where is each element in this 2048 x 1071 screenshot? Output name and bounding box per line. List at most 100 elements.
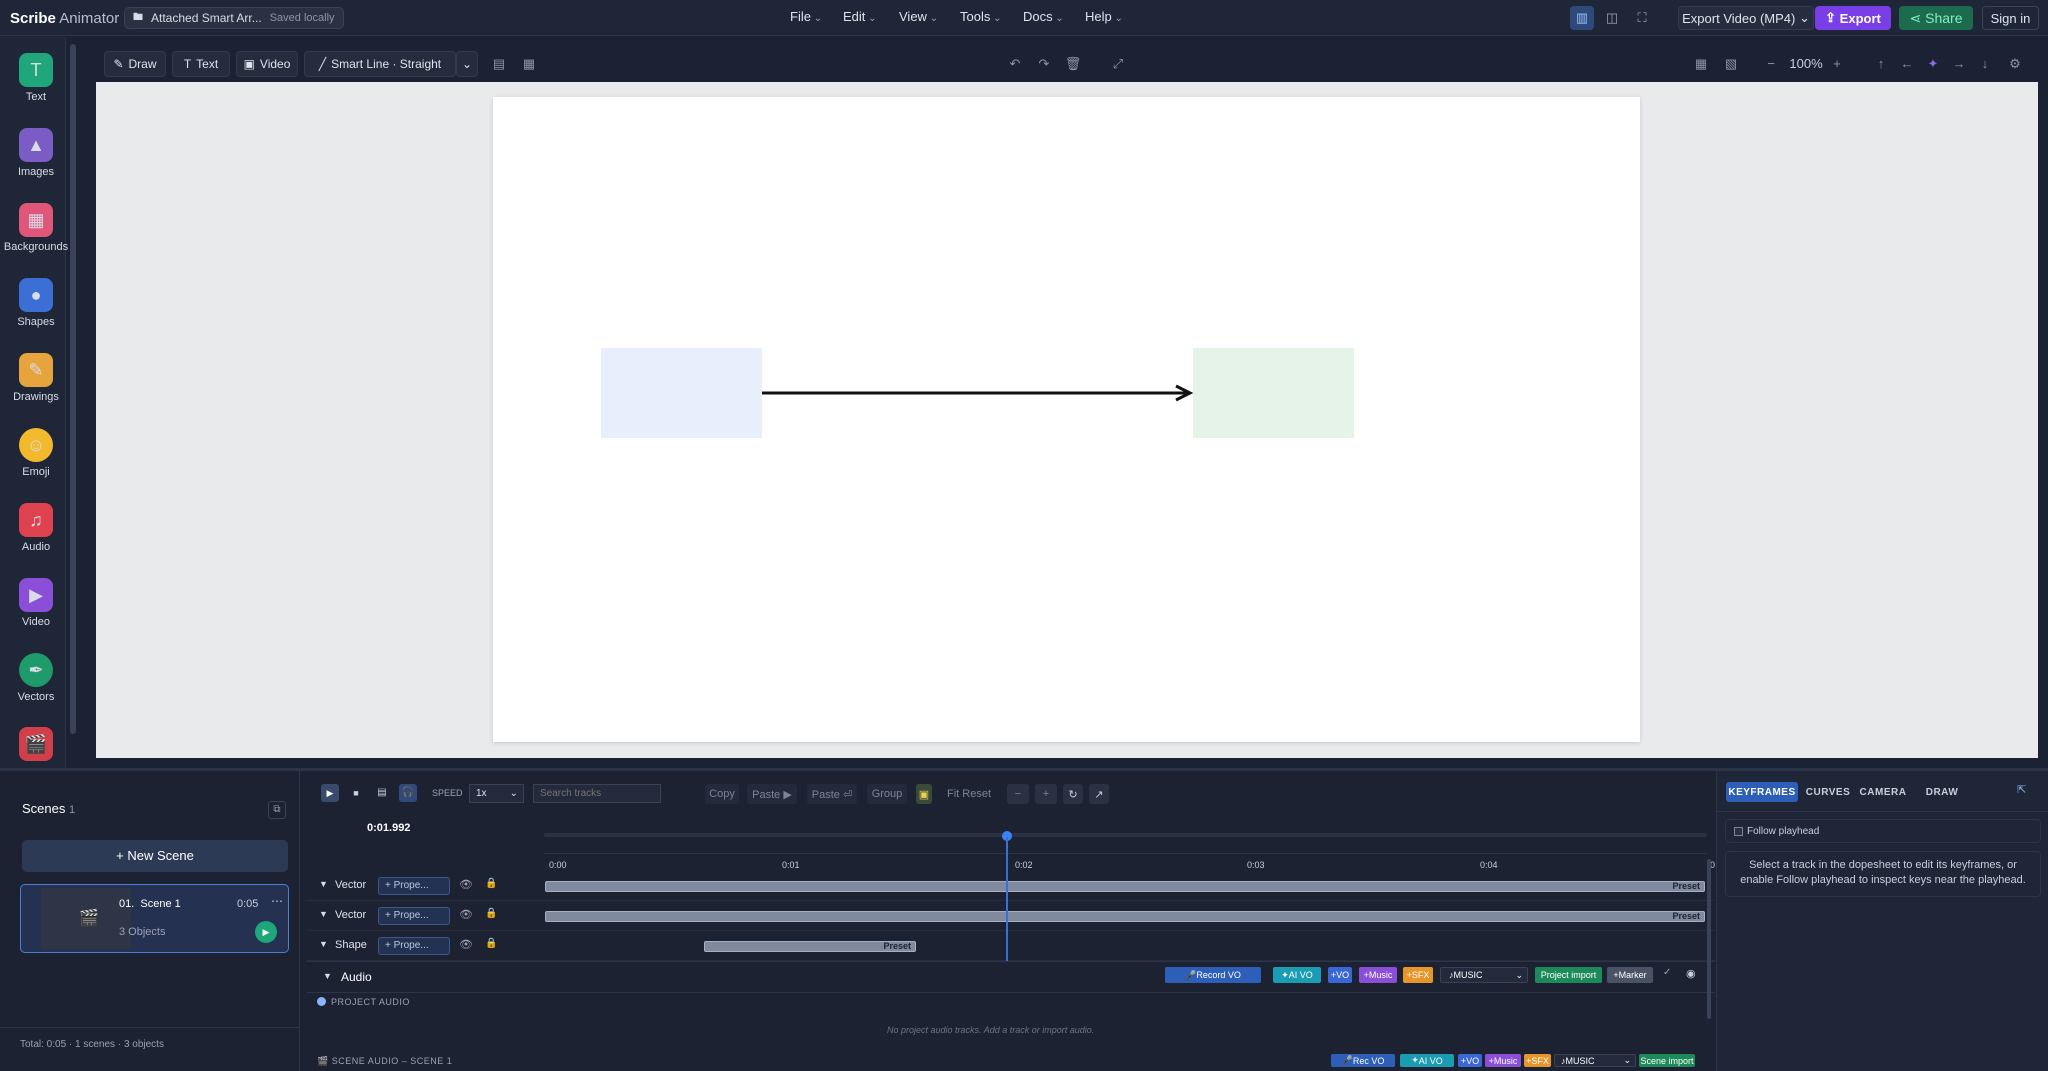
track-clip[interactable]: Preset	[704, 941, 916, 952]
add-music-button[interactable]: +Music	[1359, 967, 1397, 983]
play-icon[interactable]: ▶	[321, 784, 339, 802]
follow-playhead-checkbox[interactable]	[1734, 827, 1743, 836]
scrub-bar[interactable]	[544, 833, 1707, 837]
popout-icon[interactable]: ⇱	[2017, 783, 2026, 796]
arrow-left-icon[interactable]: ←	[1897, 54, 1917, 74]
canvas-area[interactable]	[96, 82, 2038, 758]
rail-emoji[interactable]: ☺ Emoji	[0, 428, 72, 478]
scene-stage[interactable]	[493, 97, 1640, 742]
scene-add-vo-button[interactable]: +VO	[1458, 1054, 1482, 1067]
zoom-out-icon[interactable]: −	[1761, 54, 1781, 74]
rail-audio[interactable]: ♫ Audio	[0, 503, 72, 553]
minus-icon[interactable]: −	[1007, 784, 1029, 804]
rail-backgrounds[interactable]: ▦ Backgrounds	[0, 203, 72, 253]
menu-edit[interactable]: Edit	[843, 9, 877, 24]
edit-icon[interactable]: ✓	[1663, 967, 1671, 978]
tab-draw[interactable]: DRAW	[1922, 782, 1962, 802]
center-icon[interactable]: ✦	[1923, 54, 1943, 74]
visibility-icon[interactable]: 👁	[459, 908, 473, 921]
plus-icon[interactable]: +	[1035, 784, 1057, 804]
tab-keyframes[interactable]: KEYFRAMES	[1726, 782, 1798, 802]
timeline-scrollbar[interactable]	[1707, 859, 1711, 1019]
arrow-down-icon[interactable]: ↓	[1975, 54, 1995, 74]
menu-tools[interactable]: Tools	[960, 9, 1002, 24]
project-import-button[interactable]: Project import	[1535, 967, 1602, 983]
delete-icon[interactable]: 🗑	[1063, 54, 1083, 74]
visibility-icon[interactable]: 👁	[459, 938, 473, 951]
properties-button[interactable]: + Prope...	[378, 937, 450, 955]
group-button[interactable]: Group	[867, 784, 907, 804]
paste-button[interactable]: Paste ▶	[747, 784, 797, 804]
export-button[interactable]: ⇪ Export	[1815, 6, 1891, 30]
align-icon[interactable]: ▤	[489, 54, 509, 74]
lock-icon[interactable]: 🔒	[485, 878, 497, 889]
scene-card[interactable]: 🎬 01. Scene 1 0:05 ⋯ 3 Objects ▶	[20, 884, 289, 953]
refresh-icon[interactable]: ↻	[1063, 784, 1083, 804]
music-select[interactable]: ♪ MUSIC ⌄	[1440, 967, 1528, 983]
track-row[interactable]: ▼ Shape + Prope... 👁 🔒 Preset	[307, 931, 1715, 961]
document-pill[interactable]: 🖿 Attached Smart Arr... Saved locally	[124, 7, 344, 29]
redo-icon[interactable]: ↷	[1034, 54, 1054, 74]
fit-reset-button[interactable]: Fit Reset	[943, 784, 995, 804]
copy-button[interactable]: Copy	[705, 784, 739, 804]
layout-icon[interactable]: ▧	[1721, 54, 1741, 74]
record-vo-button[interactable]: 🎤 Record VO	[1165, 967, 1261, 983]
visibility-icon[interactable]: 👁	[459, 878, 473, 891]
focus-mode-icon[interactable]: ⛶	[1630, 6, 1654, 30]
play-scene-icon[interactable]: ▶	[255, 921, 277, 943]
share-button[interactable]: ⋖ Share	[1899, 6, 1973, 30]
smart-line-dropdown[interactable]: ⌄	[456, 51, 478, 77]
image-icon[interactable]: ▣	[916, 784, 932, 804]
export-format-select[interactable]: Export Video (MP4) ⌄	[1678, 6, 1814, 30]
new-scene-button[interactable]: + New Scene	[22, 840, 288, 872]
collapse-icon[interactable]: ▼	[323, 971, 332, 981]
properties-button[interactable]: + Prope...	[378, 877, 450, 895]
search-tracks-input[interactable]	[533, 784, 661, 803]
smart-line-button[interactable]: ╱ Smart Line · Straight	[304, 51, 456, 77]
paste-insert-button[interactable]: Paste ⏎	[807, 784, 857, 804]
expand-icon[interactable]: ↗	[1089, 784, 1109, 804]
properties-button[interactable]: + Prope...	[378, 907, 450, 925]
rail-video[interactable]: ▶ Video	[0, 578, 72, 628]
menu-view[interactable]: View	[899, 9, 938, 24]
undo-icon[interactable]: ↶	[1005, 54, 1025, 74]
zoom-in-icon[interactable]: +	[1827, 54, 1847, 74]
stop-icon[interactable]: ■	[347, 784, 365, 802]
rail-clapper[interactable]: 🎬	[0, 727, 72, 765]
more-icon[interactable]: ⋯	[271, 894, 283, 908]
rail-drawings[interactable]: ✎ Drawings	[0, 353, 72, 403]
draw-button[interactable]: ✎ Draw	[104, 51, 166, 77]
fullscreen-icon[interactable]: ⤢	[1108, 54, 1128, 74]
settings-gear-icon[interactable]: ⚙	[2005, 54, 2025, 74]
rail-vectors[interactable]: ✒ Vectors	[0, 653, 72, 703]
speed-select[interactable]: 1x ⌄	[469, 784, 524, 803]
ai-vo-button[interactable]: ✦ AI VO	[1273, 967, 1321, 983]
arrow-up-icon[interactable]: ↑	[1871, 54, 1891, 74]
collapse-icon[interactable]: ▼	[319, 939, 328, 949]
rec-vo-button[interactable]: 🎤 Rec VO	[1331, 1054, 1395, 1067]
duplicate-icon[interactable]: ⧉	[268, 801, 286, 819]
lock-icon[interactable]: 🔒	[485, 908, 497, 919]
headphones-icon[interactable]: 🎧	[399, 784, 417, 802]
video-button[interactable]: ▣ Video	[236, 51, 298, 77]
tab-camera[interactable]: CAMERA	[1858, 782, 1908, 802]
scene-import-button[interactable]: Scene import	[1639, 1054, 1695, 1067]
collapse-icon[interactable]: ▼	[319, 909, 328, 919]
collapse-icon[interactable]: ▼	[319, 879, 328, 889]
rail-scrollbar[interactable]	[70, 44, 76, 734]
add-marker-button[interactable]: +Marker	[1607, 967, 1653, 983]
tab-curves[interactable]: CURVES	[1804, 782, 1852, 802]
add-sfx-button[interactable]: +SFX	[1403, 967, 1433, 983]
grid-icon[interactable]: ▦	[1691, 54, 1711, 74]
layout-split-icon[interactable]: ◫	[1600, 6, 1624, 30]
scene-add-sfx-button[interactable]: +SFX	[1524, 1054, 1551, 1067]
layout-left-icon[interactable]: ▥	[1570, 6, 1594, 30]
track-row[interactable]: ▼ Vector + Prope... 👁 🔒 Preset	[307, 871, 1715, 901]
rail-images[interactable]: ▲ Images	[0, 128, 72, 178]
rail-shapes[interactable]: ● Shapes	[0, 278, 72, 328]
distribute-icon[interactable]: ▦	[519, 54, 539, 74]
text-button[interactable]: T Text	[172, 51, 230, 77]
record-icon[interactable]: ◉	[1686, 967, 1696, 980]
loop-icon[interactable]: ▤	[373, 784, 391, 802]
rail-text[interactable]: T Text	[0, 53, 72, 103]
